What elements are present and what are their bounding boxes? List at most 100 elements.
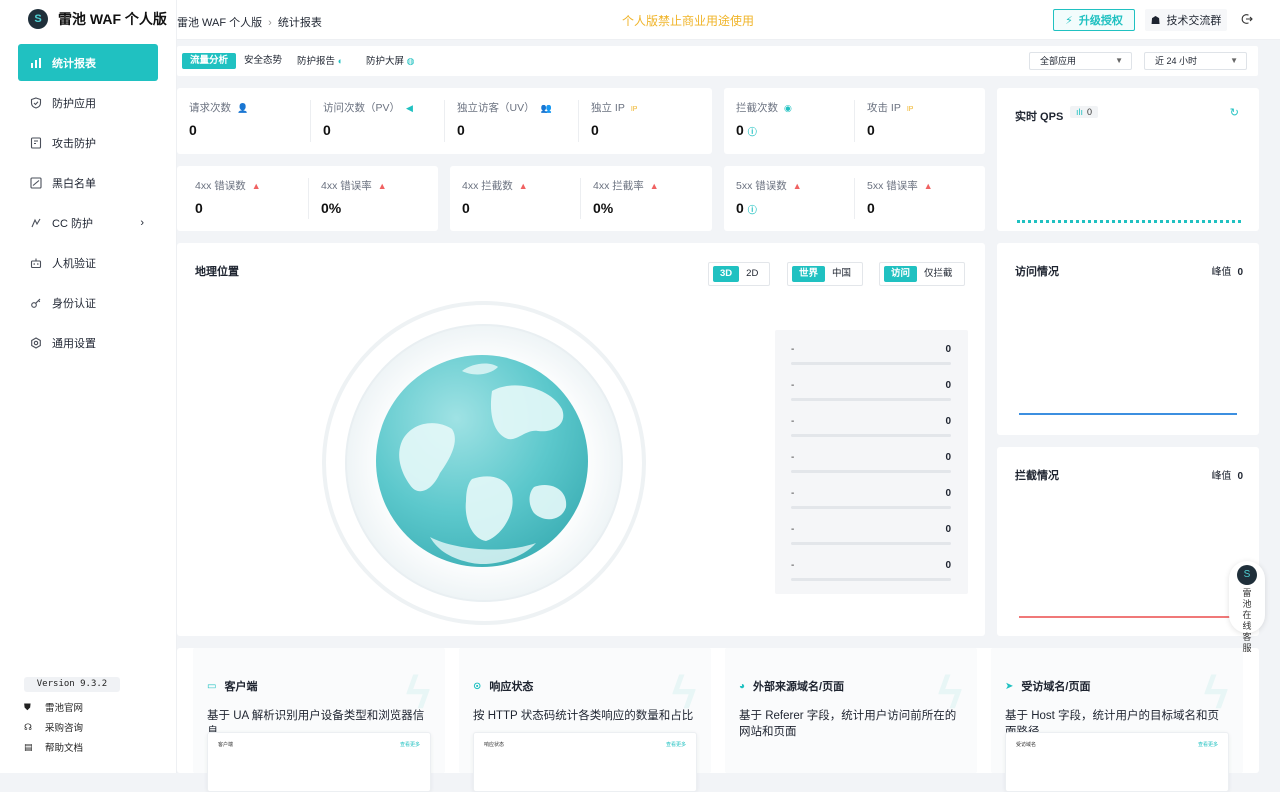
sidebar-item-captcha[interactable]: 人机验证 bbox=[18, 244, 158, 281]
blocks-card: 拦截情况 峰值 0 bbox=[997, 447, 1259, 636]
block-stats-card: 拦截次数 ◉ 0 ⓘ 攻击 IP IP 0 bbox=[724, 88, 985, 154]
stat-label-text: 拦截次数 bbox=[736, 102, 778, 114]
peak-value: 0 bbox=[1237, 267, 1243, 278]
info-card-referer[interactable]: ϟ ◕ 外部来源域名/页面 基于 Referer 字段，统计用户访问前所在的网站和… bbox=[725, 648, 977, 773]
stat-label: 独立 IP IP bbox=[591, 100, 637, 115]
toggle-visit[interactable]: 访问 bbox=[884, 266, 918, 282]
sidebar: S 雷池 WAF 个人版 统计报表 防护应用 攻击防护 黑白名单 CC 防护 ›… bbox=[0, 0, 177, 773]
preview-more: 查看更多 bbox=[1197, 742, 1218, 748]
footer-link-docs[interactable]: ▤ 帮助文档 bbox=[24, 737, 83, 757]
logout-icon[interactable] bbox=[1241, 13, 1253, 28]
warning-icon: ▲ bbox=[923, 181, 933, 191]
sidebar-nav: 统计报表 防护应用 攻击防护 黑白名单 CC 防护 › 人机验证 身份认证 通用… bbox=[0, 44, 176, 361]
stat-uv: 独立访客（UV） 👥 0 bbox=[445, 88, 579, 154]
footer-link-label: 采购咨询 bbox=[45, 723, 84, 734]
footer-link-purchase[interactable]: ☊ 采购咨询 bbox=[24, 717, 83, 737]
online-support-button[interactable]: S 雷池在线客服 bbox=[1229, 561, 1265, 653]
sidebar-item-cc[interactable]: CC 防护 › bbox=[18, 204, 158, 241]
sidebar-item-label: 通用设置 bbox=[52, 337, 96, 350]
stat-pv: 访问次数（PV） ◀ 0 bbox=[311, 88, 445, 154]
app-select[interactable]: 全部应用 ▼ bbox=[1029, 52, 1132, 70]
stat-requests: 请求次数 👤 0 bbox=[177, 88, 311, 154]
upgrade-button[interactable]: ⚡ 升级授权 bbox=[1053, 9, 1135, 31]
globe-graphic[interactable] bbox=[322, 301, 647, 626]
sidebar-item-settings[interactable]: 通用设置 bbox=[18, 324, 158, 361]
info-title: ▭ 客户端 bbox=[207, 678, 257, 694]
monitor-icon: ▭ bbox=[207, 680, 217, 692]
user-icon: 👤 bbox=[237, 103, 249, 113]
breadcrumb-root[interactable]: 雷池 WAF 个人版 bbox=[177, 17, 262, 29]
ranking-bar bbox=[791, 506, 951, 509]
qps-chart-line bbox=[1017, 220, 1241, 223]
time-select[interactable]: 近 24 小时 ▼ bbox=[1144, 52, 1247, 70]
info-section: ϟ ▭客户端 基于 UA 解析识别用户设备类型和浏览器信息 客户端查看更多 ϟ … bbox=[177, 648, 1259, 792]
visits-title: 访问情况 bbox=[1015, 266, 1059, 278]
preview-more: 查看更多 bbox=[399, 742, 420, 748]
info-icon[interactable]: ⓘ bbox=[748, 205, 757, 215]
app-logo[interactable]: S 雷池 WAF 个人版 bbox=[0, 0, 176, 38]
stat-value: 0% bbox=[593, 200, 614, 216]
toggle-block-only[interactable]: 仅拦截 bbox=[917, 266, 960, 282]
toggle-world[interactable]: 世界 bbox=[792, 266, 826, 282]
tab-report[interactable]: 防护报告 ◐ bbox=[297, 53, 343, 69]
filter-bar: 流量分析 安全态势 防护报告 ◐ 防护大屏 ◍ 全部应用 ▼ 近 24 小时 ▼ bbox=[177, 46, 1258, 76]
sidebar-item-stats[interactable]: 统计报表 bbox=[18, 44, 158, 81]
blocks-chart-line bbox=[1019, 616, 1237, 618]
info-title: ➤ 受访域名/页面 bbox=[1005, 678, 1090, 694]
preview-title: 受访域名 bbox=[1016, 742, 1037, 748]
sidebar-item-attack[interactable]: 攻击防护 bbox=[18, 124, 158, 161]
sidebar-item-label: 人机验证 bbox=[52, 257, 96, 270]
report-badge-icon: ◐ bbox=[337, 56, 344, 66]
info-card-host[interactable]: ϟ ➤受访域名/页面 基于 Host 字段，统计用户的目标域名和页面路径 受访域… bbox=[991, 648, 1243, 792]
stat-value: 0 bbox=[736, 200, 744, 216]
top-bar: 雷池 WAF 个人版 › 统计报表 个人版禁止商业用途使用 ⚡ 升级授权 ☗ 技术交流群 bbox=[177, 0, 1280, 40]
attack-icon bbox=[30, 136, 42, 149]
list-icon bbox=[30, 176, 42, 189]
info-icon[interactable]: ⓘ bbox=[748, 127, 757, 137]
sidebar-footer-links: ⛊ 雷池官网 ☊ 采购咨询 ▤ 帮助文档 bbox=[24, 697, 83, 757]
stat-value: 0% bbox=[321, 200, 342, 216]
send-icon: ◀ bbox=[406, 103, 413, 113]
stat-label: 访问次数（PV） ◀ bbox=[323, 100, 413, 115]
version-badge: Version 9.3.2 bbox=[24, 677, 120, 692]
ranking-row: -0 bbox=[791, 560, 951, 584]
4xx-error-card: 4xx 错误数 ▲ 0 4xx 错误率 ▲ 0% bbox=[177, 166, 438, 231]
history-icon[interactable]: ↻ bbox=[1230, 106, 1239, 119]
footer-link-website[interactable]: ⛊ 雷池官网 bbox=[24, 697, 83, 717]
stat-value: 0 bbox=[591, 122, 599, 138]
ranking-bar bbox=[791, 434, 951, 437]
footer-link-label: 帮助文档 bbox=[45, 743, 84, 754]
tab-label: 防护报告 bbox=[297, 56, 336, 67]
tab-traffic[interactable]: 流量分析 bbox=[182, 53, 237, 69]
info-card-status[interactable]: ϟ ⊙ 响应状态 按 HTTP 状态码统计各类响应的数量和占比 响应状态 查看更多 bbox=[459, 648, 711, 792]
stat-label-text: 4xx 拦截数 bbox=[462, 180, 513, 192]
4xx-block-card: 4xx 拦截数 ▲ 0 4xx 拦截率 ▲ 0% bbox=[450, 166, 712, 231]
stat-label: 5xx 错误数 ▲ bbox=[736, 178, 802, 193]
info-title: ⊙ 响应状态 bbox=[473, 678, 533, 694]
info-title-text: 受访域名/页面 bbox=[1021, 681, 1091, 693]
stat-attack-ip: 攻击 IP IP 0 bbox=[855, 88, 985, 154]
info-card-client[interactable]: ϟ ▭客户端 基于 UA 解析识别用户设备类型和浏览器信息 客户端查看更多 bbox=[193, 648, 445, 792]
ranking-row: -0 bbox=[791, 524, 951, 548]
toggle-3d[interactable]: 3D bbox=[713, 266, 740, 282]
stat-value-wrap: 0 ⓘ bbox=[736, 200, 757, 216]
sidebar-item-auth[interactable]: 身份认证 bbox=[18, 284, 158, 321]
geo-ranking-list: -0 -0 -0 -0 -0 -0 -0 bbox=[775, 330, 968, 594]
tab-screen[interactable]: 防护大屏 ◍ bbox=[366, 53, 415, 69]
sidebar-item-blackwhite[interactable]: 黑白名单 bbox=[18, 164, 158, 201]
stat-label-text: 访问次数（PV） bbox=[323, 102, 401, 114]
ranking-row: -0 bbox=[791, 416, 951, 440]
ranking-value: 0 bbox=[945, 524, 951, 535]
info-title-text: 外部来源域名/页面 bbox=[753, 681, 845, 693]
stat-label-text: 4xx 错误数 bbox=[195, 180, 246, 192]
toggle-china[interactable]: 中国 bbox=[825, 266, 858, 282]
preview-more: 查看更多 bbox=[665, 742, 686, 748]
blocks-title: 拦截情况 bbox=[1015, 470, 1059, 482]
sidebar-item-apps[interactable]: 防护应用 bbox=[18, 84, 158, 121]
toggle-2d[interactable]: 2D bbox=[739, 266, 765, 282]
license-notice: 个人版禁止商业用途使用 bbox=[622, 14, 755, 28]
stat-label-text: 独立访客（UV） bbox=[457, 102, 535, 114]
tech-group-button[interactable]: ☗ 技术交流群 bbox=[1145, 9, 1227, 31]
stat-5xx-rate: 5xx 错误率 ▲ 0 bbox=[855, 166, 985, 231]
tab-security[interactable]: 安全态势 bbox=[244, 53, 282, 69]
